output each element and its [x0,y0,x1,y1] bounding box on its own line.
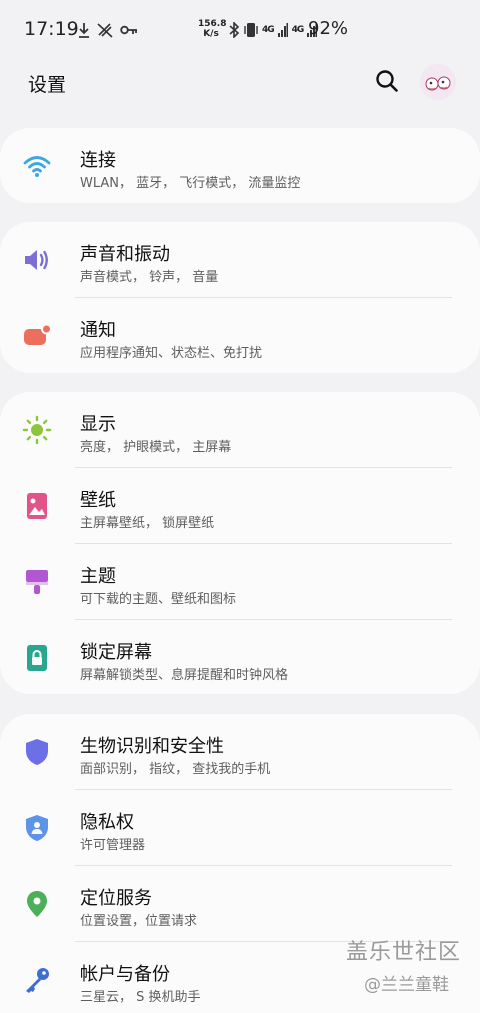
item-subtitle: 许可管理器 [80,838,146,853]
card-connections: 连接 WLAN， 蓝牙， 飞行模式， 流量监控 [0,128,480,203]
avatar[interactable] [420,64,456,100]
item-title: 显示 [80,414,116,435]
item-title: 隐私权 [80,812,134,833]
brightness-icon [22,415,52,445]
lock-screen-icon [27,645,47,671]
settings-item-connections[interactable]: 连接 WLAN， 蓝牙， 飞行模式， 流量监控 [0,128,480,203]
shield-icon [26,739,48,765]
item-title: 连接 [80,150,116,171]
item-subtitle: 面部识别， 指纹， 查找我的手机 [80,762,271,777]
status-right-icons: 4G 4G [228,20,318,40]
card-security: 生物识别和安全性 面部识别， 指纹， 查找我的手机 隐私权 许可管理器 定位服务… [0,714,480,1013]
watermark-title: 盖乐世社区 [346,940,462,965]
network-speed-value: 156.8 [198,19,227,29]
battery-level: 92% [308,18,349,39]
item-title: 通知 [80,320,116,341]
signal-1-label: 4G [262,25,275,35]
item-title: 帐户与备份 [80,964,170,985]
item-subtitle: 声音模式， 铃声， 音量 [80,270,219,285]
item-subtitle: 应用程序通知、状态栏、免打扰 [80,346,263,361]
search-button[interactable] [372,66,402,96]
vibrate-icon [244,23,258,37]
theme-brush-icon [26,570,48,594]
item-title: 主题 [80,566,116,587]
page-title: 设置 [28,74,67,96]
item-subtitle: 主屏幕壁纸， 锁屏壁纸 [80,516,215,531]
settings-item-location[interactable]: 定位服务 位置设置，位置请求 [0,866,480,941]
item-subtitle: 位置设置，位置请求 [80,914,198,929]
signal-bars-1-icon [277,23,288,37]
no-sync-icon [97,23,113,38]
search-icon [376,70,398,92]
item-subtitle: 可下载的主题、壁纸和图标 [80,592,237,607]
bluetooth-icon [229,22,240,38]
volume-icon [25,250,48,270]
status-bar: 17:19 156.8 K/s 4G 4G 92% [0,0,480,58]
card-sound-notifications: 声音和振动 声音模式， 铃声， 音量 通知 应用程序通知、状态栏、免打扰 [0,222,480,373]
item-subtitle: 三星云， S 换机助手 [80,990,201,1005]
watermark-handle: @兰兰童鞋 [364,975,449,995]
location-pin-icon [27,891,47,917]
settings-item-sound-vibration[interactable]: 声音和振动 声音模式， 铃声， 音量 [0,222,480,297]
settings-item-biometrics-security[interactable]: 生物识别和安全性 面部识别， 指纹， 查找我的手机 [0,714,480,789]
item-subtitle: 屏幕解锁类型、息屏提醒和时钟风格 [80,668,289,683]
item-title: 壁纸 [80,490,116,511]
settings-item-privacy[interactable]: 隐私权 许可管理器 [0,790,480,865]
item-subtitle: WLAN， 蓝牙， 飞行模式， 流量监控 [80,176,301,191]
item-title: 定位服务 [80,888,152,909]
settings-item-notifications[interactable]: 通知 应用程序通知、状态栏、免打扰 [0,298,480,373]
header: 设置 [0,58,480,108]
key-icon [26,968,49,993]
item-title: 锁定屏幕 [80,642,152,663]
notification-icon [24,323,52,345]
network-speed: 156.8 K/s [198,19,227,39]
status-time: 17:19 [24,18,79,40]
settings-item-display[interactable]: 显示 亮度， 护眼模式， 主屏幕 [0,392,480,467]
network-speed-unit: K/s [203,29,219,39]
avatar-image [420,64,456,100]
signal-2-label: 4G [291,25,305,35]
wallpaper-icon [27,493,47,519]
item-title: 声音和振动 [80,244,170,265]
privacy-shield-icon [26,815,48,841]
item-subtitle: 亮度， 护眼模式， 主屏幕 [80,440,232,455]
item-title: 生物识别和安全性 [80,736,224,757]
download-icon [79,23,89,38]
card-display: 显示 亮度， 护眼模式， 主屏幕 壁纸 主屏幕壁纸， 锁屏壁纸 主题 可下载的主… [0,392,480,694]
wifi-icon [23,156,51,177]
vpn-key-icon [120,25,137,35]
settings-item-wallpaper[interactable]: 壁纸 主屏幕壁纸， 锁屏壁纸 [0,468,480,543]
settings-item-themes[interactable]: 主题 可下载的主题、壁纸和图标 [0,544,480,619]
settings-item-lock-screen[interactable]: 锁定屏幕 屏幕解锁类型、息屏提醒和时钟风格 [0,620,480,695]
status-left-icons [78,20,138,40]
